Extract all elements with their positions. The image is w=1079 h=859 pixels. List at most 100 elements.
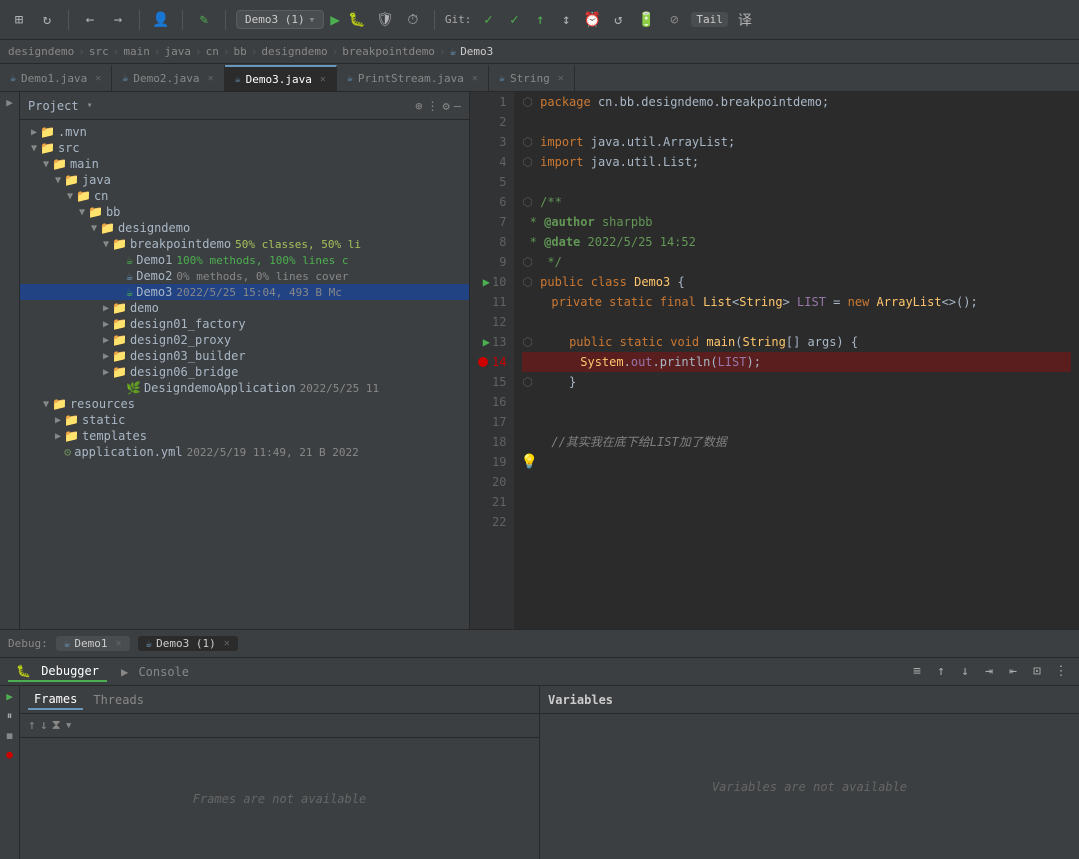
tail-label[interactable]: Tail — [691, 12, 728, 27]
frames-icon-up[interactable]: ↑ — [28, 718, 36, 733]
tab-demo1-close[interactable]: ✕ — [95, 73, 101, 84]
bl-icon-restart[interactable]: ● — [6, 748, 13, 761]
bc-java[interactable]: java — [164, 45, 191, 58]
tree-app-meta: 2022/5/25 11 — [300, 382, 379, 395]
tree-templates[interactable]: ▶ 📁 templates — [20, 428, 469, 444]
debug-icon-up[interactable]: ↑ — [931, 662, 951, 682]
frames-icon-filter[interactable]: ⧗ — [52, 718, 61, 733]
tab-printstream-close[interactable]: ✕ — [472, 73, 478, 84]
debug-demo3-close[interactable]: ✕ — [224, 638, 230, 649]
tree-src[interactable]: ▼ 📁 src — [20, 140, 469, 156]
icon-forward[interactable]: → — [107, 9, 129, 31]
bc-designdemo[interactable]: designdemo — [8, 45, 74, 58]
debug-icon-step2[interactable]: ⇤ — [1003, 662, 1023, 682]
tree-breakpointdemo-meta: 50% classes, 50% li — [235, 238, 361, 251]
tab-printstream[interactable]: ☕ PrintStream.java ✕ — [337, 65, 489, 91]
icon-pen[interactable]: ✎ — [193, 9, 215, 31]
proj-icon-collapse[interactable]: ⋮ — [427, 99, 439, 113]
debug-session-demo1[interactable]: ☕ Demo1 ✕ — [56, 636, 130, 651]
console-tab[interactable]: ▶ Console — [113, 663, 197, 681]
tree-demo2[interactable]: ▶ ☕ Demo2 0% methods, 0% lines cover — [20, 268, 469, 284]
debug-icon-more[interactable]: ⋮ — [1051, 662, 1071, 682]
threads-tab[interactable]: Threads — [87, 691, 150, 709]
tree-src-icon: 📁 — [40, 141, 55, 155]
icon-layout[interactable]: ⊞ — [8, 9, 30, 31]
debug-icon-filter[interactable]: ⊡ — [1027, 662, 1047, 682]
tree-static[interactable]: ▶ 📁 static — [20, 412, 469, 428]
code-line-13: ⬡ public static void main ( String [] ar… — [522, 332, 1071, 352]
coverage-button[interactable]: 🛡 — [374, 9, 396, 31]
bc-designdemo2[interactable]: designdemo — [261, 45, 327, 58]
tree-factory[interactable]: ▶ 📁 design01_factory — [20, 316, 469, 332]
git-push-icon[interactable]: ↑ — [529, 9, 551, 31]
no-icon[interactable]: ⊘ — [663, 9, 685, 31]
debug-icon-list[interactable]: ≡ — [907, 662, 927, 682]
translate-icon[interactable]: 译 — [734, 9, 756, 31]
proj-icon-locate[interactable]: ⊕ — [415, 99, 422, 113]
bc-breakpointdemo[interactable]: breakpointdemo — [342, 45, 435, 58]
debugger-tab[interactable]: 🐛 Debugger — [8, 662, 107, 682]
tree-proxy[interactable]: ▶ 📁 design02_proxy — [20, 332, 469, 348]
tree-main[interactable]: ▼ 📁 main — [20, 156, 469, 172]
tab-string-close[interactable]: ✕ — [558, 73, 564, 84]
icon-back[interactable]: ← — [79, 9, 101, 31]
debug-icon-down[interactable]: ↓ — [955, 662, 975, 682]
git-history-icon[interactable]: ⏰ — [581, 9, 603, 31]
tab-demo2[interactable]: ☕ Demo2.java ✕ — [112, 65, 224, 91]
tree-demo[interactable]: ▶ 📁 demo — [20, 300, 469, 316]
lightbulb-icon[interactable]: 💡 — [520, 452, 537, 472]
profile-button[interactable]: ⏱ — [402, 9, 424, 31]
tree-demo3-label: Demo3 — [136, 285, 172, 299]
tree-java[interactable]: ▼ 📁 java — [20, 172, 469, 188]
tree-app[interactable]: ▶ 🌿 DesigndemoApplication 2022/5/25 11 — [20, 380, 469, 396]
bl-icon-run[interactable]: ▶ — [6, 690, 13, 703]
proj-icon-settings[interactable]: ⚙ — [443, 99, 450, 113]
bc-cn[interactable]: cn — [206, 45, 219, 58]
tree-appyml[interactable]: ▶ ⚙ application.yml 2022/5/19 11:49, 21 … — [20, 444, 469, 460]
tab-string[interactable]: ☕ String ✕ — [489, 65, 575, 91]
frames-icon-down[interactable]: ↓ — [40, 718, 48, 733]
ln-5: 5 — [478, 172, 506, 192]
breakpoint-dot-14[interactable] — [478, 357, 488, 367]
debug-demo1-close[interactable]: ✕ — [116, 638, 122, 649]
frames-tab[interactable]: Frames — [28, 690, 83, 710]
run-button[interactable]: ▶ — [330, 10, 340, 29]
tree-breakpointdemo[interactable]: ▼ 📁 breakpointdemo 50% classes, 50% li — [20, 236, 469, 252]
icon-recent-files[interactable]: 👤 — [150, 9, 172, 31]
git-rollback-icon[interactable]: ↕ — [555, 9, 577, 31]
git-revert-icon[interactable]: ↺ — [607, 9, 629, 31]
tree-cn[interactable]: ▼ 📁 cn — [20, 188, 469, 204]
left-icon-strip: ▶ — [0, 92, 20, 629]
bc-src[interactable]: src — [89, 45, 109, 58]
bc-main[interactable]: main — [123, 45, 150, 58]
tree-bridge[interactable]: ▶ 📁 design06_bridge — [20, 364, 469, 380]
tree-mvn[interactable]: ▶ 📁 .mvn — [20, 124, 469, 140]
tab-demo2-close[interactable]: ✕ — [208, 73, 214, 84]
run-configuration[interactable]: Demo3 (1) ▾ — [236, 10, 324, 29]
proj-icon-close[interactable]: — — [454, 99, 461, 113]
frames-icon-more[interactable]: ▾ — [65, 718, 73, 733]
bl-icon-stop[interactable]: ◼ — [6, 729, 13, 742]
tree-bb[interactable]: ▼ 📁 bb — [20, 204, 469, 220]
tree-demo1[interactable]: ▶ ☕ Demo1 100% methods, 100% lines c — [20, 252, 469, 268]
tree-designdemo[interactable]: ▼ 📁 designdemo — [20, 220, 469, 236]
git-pull-icon[interactable]: ✓ — [503, 9, 525, 31]
power-icon[interactable]: 🔋 — [635, 9, 657, 31]
tab-demo1[interactable]: ☕ Demo1.java ✕ — [0, 65, 112, 91]
debug-icon-step[interactable]: ⇥ — [979, 662, 999, 682]
tree-resources[interactable]: ▼ 📁 resources — [20, 396, 469, 412]
project-dropdown[interactable]: ▾ — [87, 100, 93, 111]
tree-demo3[interactable]: ▶ ☕ Demo3 2022/5/25 15:04, 493 B Mc — [20, 284, 469, 300]
bl-icon-pause[interactable]: ⏸ — [7, 709, 13, 723]
git-fetch-icon[interactable]: ✓ — [477, 9, 499, 31]
bc-demo3[interactable]: Demo3 — [460, 45, 493, 58]
code-area[interactable]: 1 2 3 4 5 6 7 8 9 ▶10 11 12 ▶13 14 — [470, 92, 1079, 629]
tab-demo3[interactable]: ☕ Demo3.java ✕ — [225, 65, 337, 91]
left-icon-1[interactable]: ▶ — [6, 96, 13, 109]
bc-bb[interactable]: bb — [233, 45, 246, 58]
tab-demo3-close[interactable]: ✕ — [320, 74, 326, 85]
debug-button[interactable]: 🐛 — [346, 9, 368, 31]
icon-sync[interactable]: ↻ — [36, 9, 58, 31]
tree-builder[interactable]: ▶ 📁 design03_builder — [20, 348, 469, 364]
debug-session-demo3[interactable]: ☕ Demo3 (1) ✕ — [138, 636, 238, 651]
